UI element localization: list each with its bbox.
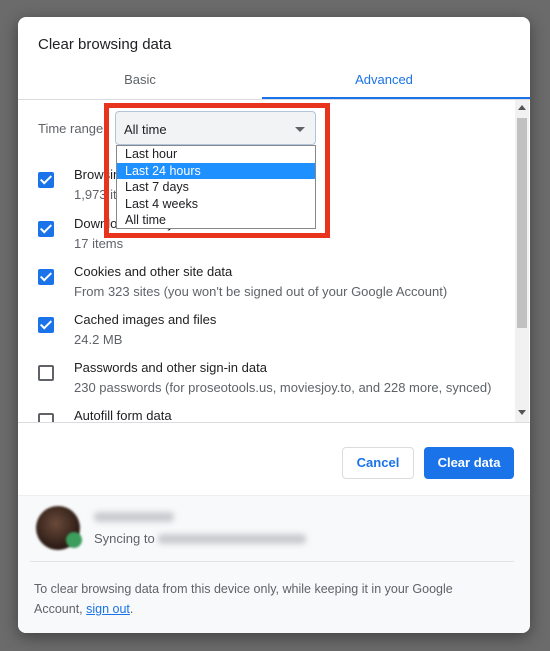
item-cookies[interactable]: Cookies and other site data From 323 site… — [18, 264, 514, 308]
scroll-down-icon[interactable] — [518, 410, 526, 415]
sync-footer: Syncing to To clear browsing data from t… — [18, 495, 530, 633]
checkbox[interactable] — [38, 221, 54, 237]
item-title: Cookies and other site data — [74, 264, 233, 279]
dialog-title: Clear browsing data — [38, 36, 172, 53]
cancel-button[interactable]: Cancel — [342, 447, 414, 479]
scrollbar[interactable] — [515, 100, 529, 422]
checkbox[interactable] — [38, 172, 54, 188]
note-period: . — [129, 602, 134, 616]
item-autofill[interactable]: Autofill form data — [18, 408, 514, 422]
checkbox[interactable] — [38, 365, 54, 381]
checkbox[interactable] — [38, 413, 54, 422]
tab-basic[interactable]: Basic — [18, 72, 262, 87]
divider — [30, 561, 514, 562]
checkbox[interactable] — [38, 269, 54, 285]
checkbox[interactable] — [38, 317, 54, 333]
sign-out-note: To clear browsing data from this device … — [34, 579, 504, 619]
item-detail: From 323 sites (you won't be signed out … — [74, 284, 448, 299]
item-passwords[interactable]: Passwords and other sign-in data 230 pass… — [18, 360, 514, 404]
syncing-label: Syncing to — [94, 531, 155, 546]
scroll-up-icon[interactable] — [518, 105, 526, 110]
scrollbar-thumb[interactable] — [517, 118, 527, 328]
tab-advanced[interactable]: Advanced — [262, 72, 506, 87]
time-range-label: Time range — [38, 121, 104, 136]
item-detail: 17 items — [74, 236, 124, 251]
blurred-account-name — [94, 512, 174, 522]
sign-out-link[interactable]: sign out — [86, 602, 130, 616]
item-detail: 230 passwords (for proseotools.us, movie… — [74, 380, 492, 395]
item-cached-images[interactable]: Cached images and files 24.2 MB — [18, 312, 514, 356]
item-detail: 24.2 MB — [74, 332, 123, 347]
item-title: Autofill form data — [74, 408, 172, 422]
blurred-email — [158, 534, 306, 544]
clear-data-button[interactable]: Clear data — [424, 447, 514, 479]
highlight-box — [104, 103, 330, 238]
item-title: Passwords and other sign-in data — [74, 360, 267, 375]
item-title: Cached images and files — [74, 312, 217, 327]
sync-badge-icon — [66, 532, 82, 548]
divider — [18, 422, 530, 423]
